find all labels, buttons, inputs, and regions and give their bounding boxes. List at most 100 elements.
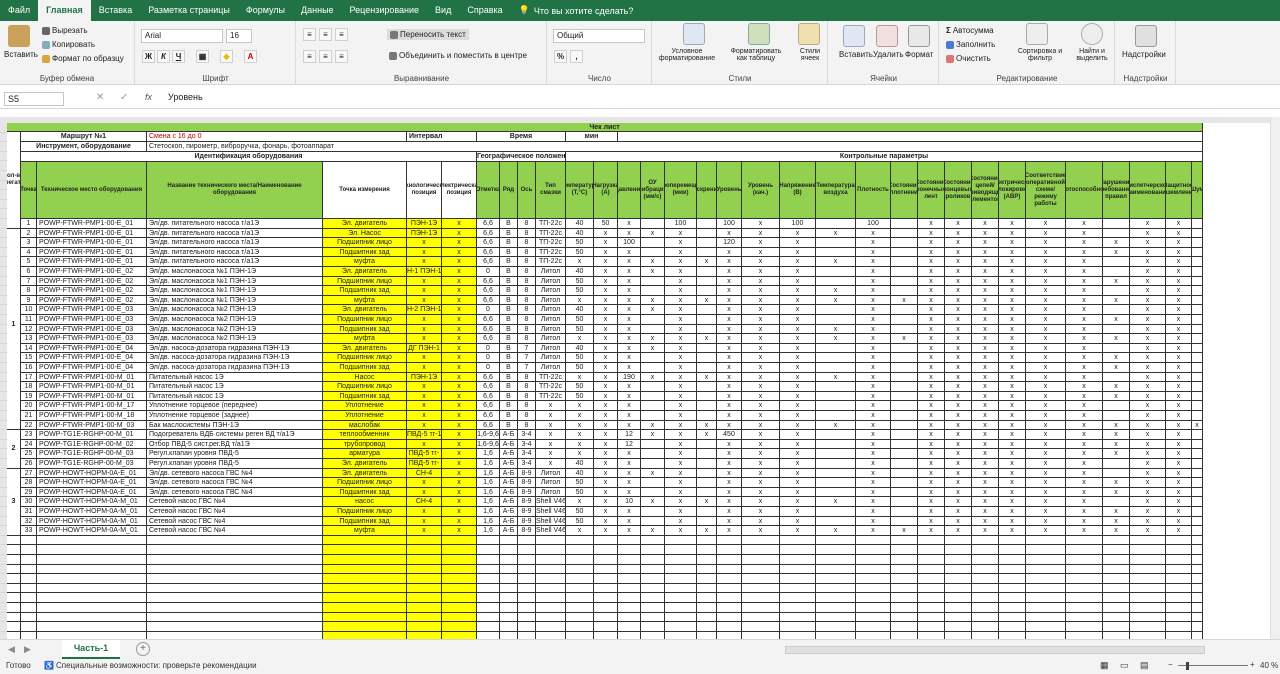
row-6-col-21[interactable] [891,267,918,277]
row-21-col-3[interactable]: Уплотнение [323,411,407,421]
row-15-col-9[interactable]: Литол [536,353,566,363]
row-9-col-1[interactable]: POWP-FTWR-PMP1-00-E_02 [37,295,147,306]
row-16-col-16[interactable]: x [717,363,742,373]
empty-cell[interactable] [594,583,618,594]
empty-cell[interactable] [407,535,442,546]
conditional-format-button[interactable]: Условное форматирование [657,48,717,62]
row-21-col-31[interactable] [1192,411,1203,421]
row-31-col-11[interactable]: x [594,507,618,517]
empty-cell[interactable] [37,545,147,555]
empty-cell[interactable] [500,535,518,546]
row-19-col-8[interactable]: 8 [518,391,536,402]
row-12-col-9[interactable]: Литол [536,324,566,335]
empty-cell[interactable] [1103,564,1130,575]
row-32-col-19[interactable] [816,516,856,527]
row-3-col-31[interactable] [1192,238,1203,248]
row-28-col-30[interactable]: x [1166,478,1192,488]
row-30-col-18[interactable]: x [780,497,816,507]
row-25-col-17[interactable]: x [742,449,780,459]
empty-cell[interactable] [972,631,999,639]
row-20-col-30[interactable]: x [1166,401,1192,411]
row-30-col-16[interactable]: x [717,497,742,507]
row-27-col-30[interactable]: x [1166,468,1192,479]
row-header[interactable] [0,612,7,623]
empty-cell[interactable] [697,583,717,594]
row-7-col-22[interactable]: x [918,276,945,287]
empty-cell[interactable] [1130,555,1166,565]
row-24-col-5[interactable]: x [442,439,477,450]
empty-cell[interactable] [566,631,594,639]
empty-cell[interactable] [891,555,918,565]
row-11-col-27[interactable]: x [1066,315,1103,325]
row-24-col-16[interactable]: x [717,439,742,450]
row-13-col-2[interactable]: Эл/дв. маслонасоса №2 ПЭН-1Э [147,334,323,344]
row-33-col-4[interactable]: x [407,526,442,536]
row-32-col-28[interactable]: x [1103,516,1130,527]
row-4-col-15[interactable] [697,247,717,258]
empty-cell[interactable] [500,612,518,623]
row-24-col-26[interactable]: x [1026,439,1066,450]
row-17-col-30[interactable]: x [1166,372,1192,383]
empty-cell[interactable] [323,603,407,613]
empty-cell[interactable] [518,593,536,603]
row-22-col-6[interactable]: 6,6 [477,420,500,431]
row-9-col-18[interactable]: x [780,295,816,306]
empty-cell[interactable] [1166,631,1192,639]
row-7-col-8[interactable]: 8 [518,276,536,287]
empty-cell[interactable] [1066,612,1103,623]
row-28-col-31[interactable] [1192,478,1203,488]
row-17-col-11[interactable]: x [594,372,618,383]
tab-0[interactable]: Файл [0,0,38,21]
row-30-col-5[interactable]: x [442,497,477,507]
row-25-col-8[interactable]: 3-4 [518,449,536,459]
empty-cell[interactable] [1103,612,1130,623]
row-1-col-1[interactable]: POWP-FTWR-PMP1-00-E_01 [37,219,147,229]
row-27-col-24[interactable]: x [972,468,999,479]
empty-cell[interactable] [1066,564,1103,575]
header-col-9[interactable]: Температура (T,°C) [566,162,594,219]
row-15-col-17[interactable]: x [742,353,780,363]
row-22-col-10[interactable]: x [566,420,594,431]
row-9-col-25[interactable]: x [999,295,1026,306]
empty-cell[interactable] [665,574,697,584]
row-25-col-15[interactable] [697,449,717,459]
row-22-col-23[interactable]: x [945,420,972,431]
row-29-col-14[interactable]: x [665,487,697,498]
row-14-col-0[interactable]: 14 [21,343,37,354]
empty-cell[interactable] [697,612,717,623]
row-31-col-29[interactable]: x [1130,507,1166,517]
row-11-col-4[interactable]: x [407,315,442,325]
row-header[interactable] [0,603,7,613]
row-31-col-9[interactable]: Shell V46 [536,507,566,517]
empty-cell[interactable] [594,603,618,613]
row-30-col-13[interactable]: x [641,497,665,507]
empty-cell[interactable] [972,555,999,565]
row-27-col-12[interactable]: x [618,468,641,479]
row-32-col-13[interactable] [641,516,665,527]
row-27-col-31[interactable] [1192,468,1203,479]
row-28-col-19[interactable] [816,478,856,488]
row-26-col-23[interactable]: x [945,459,972,469]
empty-cell[interactable] [407,631,442,639]
row-4-col-18[interactable]: x [780,247,816,258]
empty-cell[interactable] [641,574,665,584]
row-11-col-26[interactable]: x [1026,315,1066,325]
row-26-col-31[interactable] [1192,459,1203,469]
empty-cell[interactable] [1192,555,1203,565]
section-geography[interactable]: Географическое положение [477,152,566,162]
row-8-col-12[interactable]: x [618,286,641,296]
empty-cell[interactable] [1192,593,1203,603]
row-21-col-23[interactable]: x [945,411,972,421]
row-25-col-5[interactable]: x [442,449,477,459]
row-17-col-4[interactable]: ПЭН-1Э [407,372,442,383]
row-1-col-10[interactable]: 40 [566,219,594,229]
row-28-col-9[interactable]: Литол [536,478,566,488]
row-22-col-14[interactable]: x [665,420,697,431]
empty-cell[interactable] [945,555,972,565]
row-18-col-9[interactable]: ТП-22с [536,382,566,392]
empty-cell[interactable] [641,555,665,565]
row-11-col-25[interactable]: x [999,315,1026,325]
row-18-col-17[interactable]: x [742,382,780,392]
row-26-col-26[interactable]: x [1026,459,1066,469]
row-8-col-7[interactable]: В [500,286,518,296]
